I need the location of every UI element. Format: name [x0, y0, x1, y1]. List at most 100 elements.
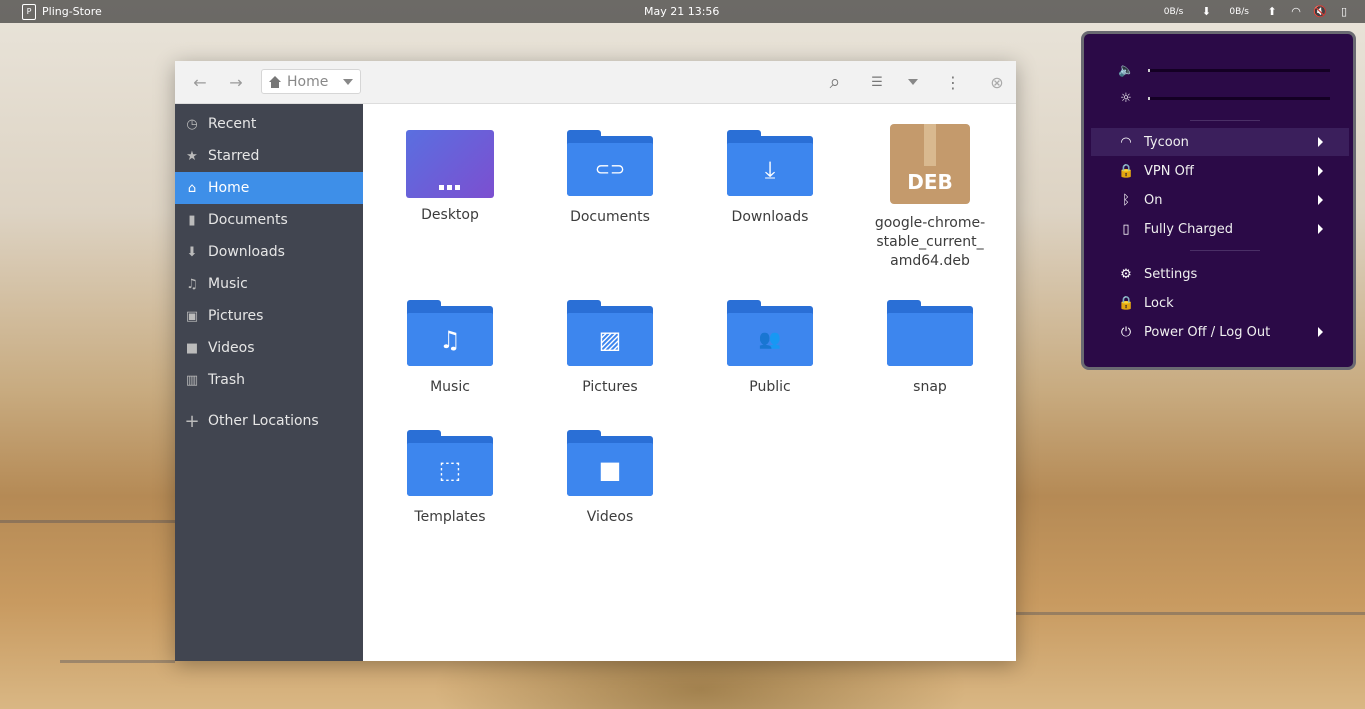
brightness-icon: ☼	[1120, 90, 1132, 106]
path-bar-home[interactable]: Home	[261, 69, 361, 94]
app-menu[interactable]: P Pling-Store	[22, 0, 102, 23]
vpn-icon: 🔒	[1118, 163, 1135, 179]
view-toggle-button[interactable]: ☰	[865, 69, 889, 95]
search-icon: ⌕	[829, 71, 841, 93]
sidebar-item-documents[interactable]: ▮ Documents	[175, 204, 363, 236]
path-label: Home	[287, 73, 329, 90]
downloads-folder-icon: ⤓	[727, 130, 813, 200]
sidebar-item-label: Trash	[208, 372, 245, 388]
sidebar-item-music[interactable]: ♫ Music	[175, 268, 363, 300]
main-menu-button[interactable]: ⋮	[943, 69, 963, 95]
menu-item-power[interactable]: ⏻ Power Off / Log Out	[1091, 318, 1349, 346]
sidebar-item-label: Other Locations	[208, 413, 319, 429]
public-folder-icon: 👥	[727, 300, 813, 370]
search-button[interactable]: ⌕	[823, 69, 847, 95]
menu-item-bluetooth[interactable]: ᛒ On	[1091, 186, 1349, 214]
sidebar-item-home[interactable]: ⌂ Home	[175, 172, 363, 204]
sidebar-item-downloads[interactable]: ⬇ Downloads	[175, 236, 363, 268]
app-name: Pling-Store	[42, 5, 102, 18]
menu-item-label: Settings	[1144, 266, 1198, 282]
wallpaper-line	[1016, 612, 1365, 615]
back-button[interactable]: ←	[189, 69, 211, 95]
menu-divider	[1190, 250, 1260, 251]
sidebar-item-videos[interactable]: ■ Videos	[175, 332, 363, 364]
sidebar-item-label: Home	[208, 180, 250, 196]
sidebar-item-label: Documents	[208, 212, 288, 228]
volume-slider[interactable]	[1148, 68, 1330, 72]
plus-icon: +	[184, 410, 200, 432]
brightness-slider[interactable]	[1148, 96, 1330, 100]
forward-button[interactable]: →	[225, 69, 247, 95]
file-item-chrome-deb[interactable]: DEB google-chrome- stable_current_ amd64…	[870, 124, 990, 271]
net-up-speed: 0B/s	[1229, 6, 1249, 17]
chevron-right-icon	[1318, 224, 1323, 234]
menu-item-vpn[interactable]: 🔒 VPN Off	[1091, 157, 1349, 185]
wifi-icon[interactable]: ◠	[1289, 5, 1303, 18]
file-item-music[interactable]: ♫ Music	[390, 300, 510, 397]
file-item-public[interactable]: 👥 Public	[710, 300, 830, 397]
top-bar: P Pling-Store May 21 13:56 0B/s ⬇ 0B/s ⬆…	[0, 0, 1365, 23]
file-label: google-chrome- stable_current_ amd64.deb	[874, 215, 986, 269]
bluetooth-icon: ᛒ	[1122, 192, 1130, 208]
sidebar-item-starred[interactable]: ★ Starred	[175, 140, 363, 172]
menu-item-battery[interactable]: ▯ Fully Charged	[1091, 215, 1349, 243]
sidebar-item-pictures[interactable]: ▣ Pictures	[175, 300, 363, 332]
sidebar-item-trash[interactable]: ▥ Trash	[175, 364, 363, 396]
upload-arrow-icon: ⬆	[1267, 5, 1277, 18]
view-options-button[interactable]	[903, 69, 923, 95]
sidebar-item-label: Recent	[208, 116, 257, 132]
sidebar-item-label: Music	[208, 276, 248, 292]
volume-muted-icon: 🔈	[1118, 62, 1135, 78]
desktop-folder-icon	[406, 130, 494, 198]
file-label: snap	[913, 379, 947, 395]
menu-item-wifi[interactable]: ◠ Tycoon	[1091, 128, 1349, 156]
download-icon: ⬇	[186, 244, 198, 260]
system-tray[interactable]: 0B/s ⬇ 0B/s ⬆ ◠ 🔇 ▯	[1164, 0, 1351, 23]
file-item-pictures[interactable]: ▨ Pictures	[550, 300, 670, 397]
chevron-right-icon	[1318, 195, 1323, 205]
trash-icon: ▥	[185, 372, 199, 388]
battery-icon[interactable]: ▯	[1337, 5, 1351, 18]
sidebar-separator	[175, 396, 363, 405]
file-label: Music	[430, 379, 470, 395]
file-item-snap[interactable]: snap	[870, 300, 990, 397]
file-item-downloads[interactable]: ⤓ Downloads	[710, 130, 830, 227]
power-icon: ⏻	[1120, 324, 1132, 340]
file-item-desktop[interactable]: Desktop	[390, 130, 510, 225]
sidebar-item-label: Videos	[208, 340, 255, 356]
menu-item-label: Lock	[1144, 295, 1174, 311]
menu-item-settings[interactable]: ⚙ Settings	[1091, 260, 1349, 288]
videos-folder-icon: ■	[567, 430, 653, 500]
lock-icon: 🔒	[1118, 295, 1135, 311]
music-icon: ♫	[186, 276, 198, 292]
close-button[interactable]: ⊗	[985, 69, 1009, 95]
volume-slider-row: 🔈	[1118, 62, 1330, 78]
file-item-videos[interactable]: ■ Videos	[550, 430, 670, 527]
menu-item-lock[interactable]: 🔒 Lock	[1091, 289, 1349, 317]
chevron-down-icon	[908, 79, 918, 85]
clock-icon: ◷	[186, 116, 198, 132]
picture-icon: ▣	[185, 308, 199, 324]
file-manager-window: ← → Home ⌕ ☰ ⋮ ⊗ ◷ Recent ★ Starred ⌂ Ho…	[175, 61, 1016, 661]
sidebar-item-other-locations[interactable]: + Other Locations	[175, 405, 363, 437]
wallpaper-line	[0, 520, 175, 523]
pictures-folder-icon: ▨	[567, 300, 653, 370]
clock[interactable]: May 21 13:56	[644, 0, 719, 23]
chevron-right-icon	[1318, 166, 1323, 176]
menu-item-label: Tycoon	[1144, 134, 1189, 150]
file-label: Videos	[586, 509, 634, 525]
net-speed: 0B/s ⬇ 0B/s ⬆	[1164, 5, 1279, 18]
deb-package-icon: DEB	[890, 124, 970, 204]
documents-folder-icon: ⊂⊃	[567, 130, 653, 200]
file-item-documents[interactable]: ⊂⊃ Documents	[550, 130, 670, 227]
volume-muted-icon[interactable]: 🔇	[1313, 5, 1327, 18]
document-icon: ▮	[188, 212, 196, 228]
chevron-right-icon	[1318, 137, 1323, 147]
volume-slider-fill	[1148, 68, 1150, 72]
sidebar-item-recent[interactable]: ◷ Recent	[175, 108, 363, 140]
menu-item-label: VPN Off	[1144, 163, 1194, 179]
home-icon: ⌂	[187, 180, 197, 196]
file-item-templates[interactable]: ⬚ Templates	[390, 430, 510, 527]
file-label: Documents	[570, 209, 650, 225]
templates-folder-icon: ⬚	[407, 430, 493, 500]
